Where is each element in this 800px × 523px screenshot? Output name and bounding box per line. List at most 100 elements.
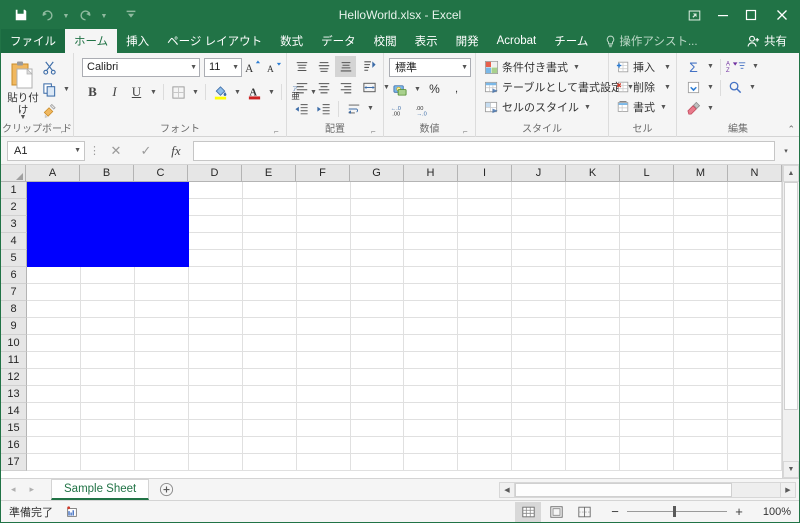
font-color-icon[interactable]: A <box>244 82 265 103</box>
borders-icon[interactable] <box>168 82 189 103</box>
cell-K10[interactable] <box>566 335 621 352</box>
page-layout-view-icon[interactable] <box>543 502 569 522</box>
cell-H3[interactable] <box>404 216 459 233</box>
cell-N15[interactable] <box>727 420 782 437</box>
decrease-indent-icon[interactable] <box>291 98 312 119</box>
cell-E15[interactable] <box>242 420 297 437</box>
row-header-2[interactable]: 2 <box>1 199 27 216</box>
horizontal-scroll-thumb[interactable] <box>515 482 733 497</box>
redo-icon[interactable] <box>73 4 97 26</box>
align-right-icon[interactable] <box>335 77 356 98</box>
number-dialog-launcher[interactable]: ⌐ <box>463 127 472 136</box>
row-header-6[interactable]: 6 <box>1 267 27 284</box>
cell-H5[interactable] <box>404 250 459 267</box>
cell-L17[interactable] <box>620 454 675 471</box>
cell-J14[interactable] <box>512 403 567 420</box>
delete-caret-icon[interactable]: ▼ <box>662 84 671 91</box>
borders-caret-icon[interactable]: ▼ <box>190 82 201 103</box>
cell-B10[interactable] <box>80 335 135 352</box>
format-caret-icon[interactable]: ▼ <box>658 104 667 111</box>
cell-C6[interactable] <box>134 267 189 284</box>
cell-H12[interactable] <box>404 369 459 386</box>
cell-C11[interactable] <box>134 352 189 369</box>
cell-N1[interactable] <box>727 182 782 199</box>
orientation-icon[interactable] <box>359 56 380 77</box>
scroll-down-icon[interactable]: ▼ <box>783 461 799 478</box>
cell-D4[interactable] <box>188 233 243 250</box>
cell-F5[interactable] <box>296 250 351 267</box>
zoom-slider-track[interactable] <box>627 506 727 517</box>
zoom-slider-thumb[interactable] <box>673 506 676 517</box>
cell-J2[interactable] <box>512 199 567 216</box>
cell-G6[interactable] <box>350 267 405 284</box>
cell-M9[interactable] <box>674 318 728 335</box>
cell-D8[interactable] <box>188 301 243 318</box>
font-size-caret-icon[interactable]: ▼ <box>230 64 239 71</box>
collapse-ribbon-icon[interactable]: ⌃ <box>787 124 795 135</box>
cell-B12[interactable] <box>80 369 135 386</box>
underline-button[interactable]: U <box>126 82 147 103</box>
clipboard-dialog-launcher[interactable]: ⌐ <box>61 127 70 136</box>
cell-N9[interactable] <box>727 318 782 335</box>
cell-H17[interactable] <box>404 454 459 471</box>
cell-L15[interactable] <box>620 420 675 437</box>
cell-L1[interactable] <box>620 182 675 199</box>
cell-D10[interactable] <box>188 335 243 352</box>
expand-formula-bar-icon[interactable]: ▾ <box>779 141 793 161</box>
conditional-formatting-button[interactable]: 条件付き書式 ▼ <box>481 57 583 77</box>
cell-L9[interactable] <box>620 318 675 335</box>
zoom-control[interactable]: − + 100% <box>599 504 791 519</box>
tab-page-layout[interactable]: ページ レイアウト <box>158 29 271 53</box>
align-middle-icon[interactable] <box>313 56 334 77</box>
macro-record-icon[interactable] <box>65 505 79 519</box>
wrap-caret-icon[interactable]: ▼ <box>365 98 376 119</box>
cell-E2[interactable] <box>242 199 297 216</box>
cell-E17[interactable] <box>242 454 297 471</box>
cell-J4[interactable] <box>512 233 567 250</box>
cell-J6[interactable] <box>512 267 567 284</box>
fill-color-caret-icon[interactable]: ▼ <box>232 82 243 103</box>
row-header-12[interactable]: 12 <box>1 369 27 386</box>
cell-D16[interactable] <box>188 437 243 454</box>
cell-D13[interactable] <box>188 386 243 403</box>
cell-F14[interactable] <box>296 403 351 420</box>
cell-F8[interactable] <box>296 301 351 318</box>
cell-D1[interactable] <box>188 182 243 199</box>
cell-G1[interactable] <box>350 182 405 199</box>
cell-M15[interactable] <box>674 420 728 437</box>
cell-B14[interactable] <box>80 403 135 420</box>
cell-I14[interactable] <box>458 403 513 420</box>
scroll-left-icon[interactable]: ◀ <box>499 481 515 498</box>
cell-H10[interactable] <box>404 335 459 352</box>
cell-N12[interactable] <box>727 369 782 386</box>
cell-K14[interactable] <box>566 403 621 420</box>
cell-E7[interactable] <box>242 284 297 301</box>
row-header-14[interactable]: 14 <box>1 403 27 420</box>
cell-K11[interactable] <box>566 352 621 369</box>
cell-C13[interactable] <box>134 386 189 403</box>
number-format-combo[interactable]: 標準 ▼ <box>389 57 471 77</box>
cell-G8[interactable] <box>350 301 405 318</box>
sort-filter-icon[interactable]: AZ <box>725 56 749 77</box>
cell-J11[interactable] <box>512 352 567 369</box>
conditional-caret-icon[interactable]: ▼ <box>571 64 580 71</box>
cell-F6[interactable] <box>296 267 351 284</box>
column-header-H[interactable]: H <box>404 165 458 182</box>
cell-I1[interactable] <box>458 182 513 199</box>
font-size-combo[interactable]: 11 ▼ <box>204 57 242 77</box>
column-header-F[interactable]: F <box>296 165 350 182</box>
cell-D7[interactable] <box>188 284 243 301</box>
row-header-9[interactable]: 9 <box>1 318 27 335</box>
row-header-13[interactable]: 13 <box>1 386 27 403</box>
clear-caret-icon[interactable]: ▼ <box>705 98 716 119</box>
cell-L5[interactable] <box>620 250 675 267</box>
format-painter-icon[interactable] <box>39 101 60 122</box>
cell-C8[interactable] <box>134 301 189 318</box>
cell-A15[interactable] <box>27 420 81 437</box>
cell-G17[interactable] <box>350 454 405 471</box>
cell-E6[interactable] <box>242 267 297 284</box>
currency-caret-icon[interactable]: ▼ <box>412 79 423 100</box>
format-cells-button[interactable]: 書式 ▼ <box>613 97 670 117</box>
cell-I17[interactable] <box>458 454 513 471</box>
row-header-7[interactable]: 7 <box>1 284 27 301</box>
